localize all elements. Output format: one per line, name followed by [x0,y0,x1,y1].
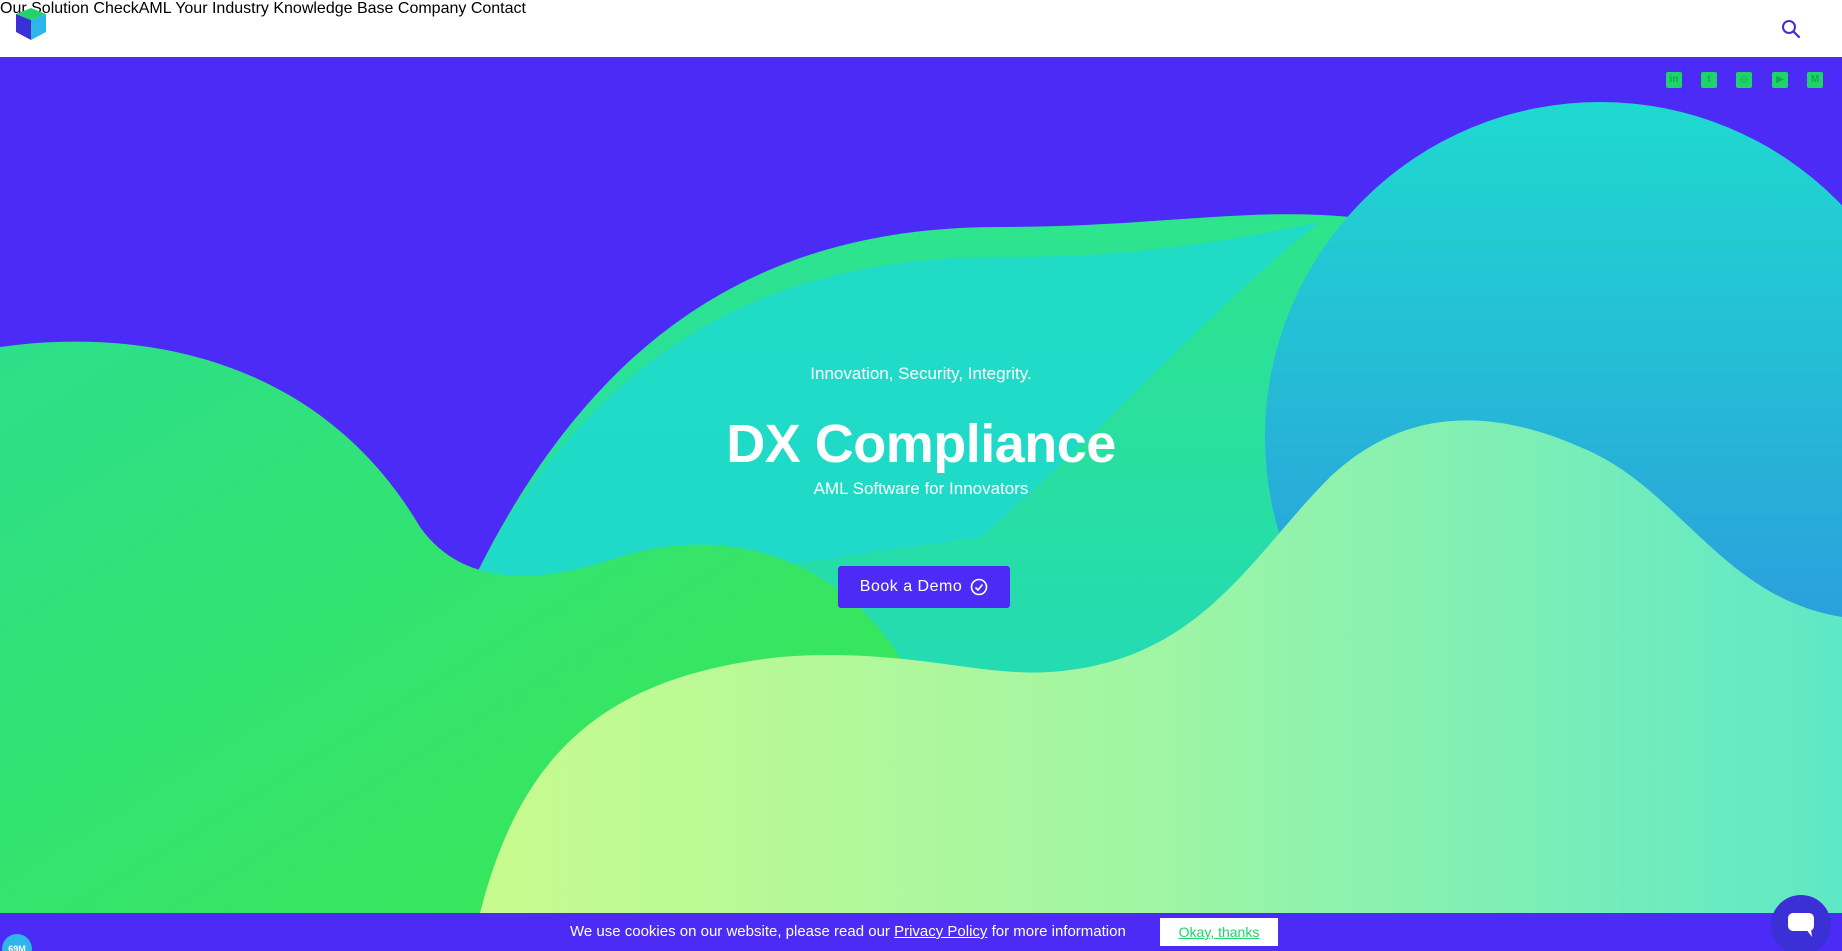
hero-section: in t ◎ ▶ M Innovation, Security, Integri… [0,57,1842,913]
chat-icon [1788,913,1814,937]
book-demo-label: Book a Demo [859,578,963,595]
logo-cube-icon[interactable] [14,8,48,42]
linkedin-icon[interactable]: in [1666,72,1682,88]
hero-tagline: Innovation, Security, Integrity. [810,364,1032,383]
cookie-accept-button[interactable]: Okay, thanks [1160,918,1278,946]
privacy-policy-link[interactable]: Privacy Policy [894,923,987,940]
chat-launcher[interactable] [1771,895,1831,951]
cookie-message: We use cookies on our website, please re… [570,923,1126,940]
nav-checkaml[interactable]: CheckAML [93,0,171,17]
hero-subtitle: AML Software for Innovators [813,479,1029,498]
instagram-icon[interactable]: ◎ [1736,72,1752,88]
search-icon[interactable] [1781,19,1801,39]
nav-your-industry[interactable]: Your Industry [175,0,269,17]
youtube-icon[interactable]: ▶ [1772,72,1788,88]
hero-title: DX Compliance [726,414,1116,474]
top-navigation: Our Solution CheckAML Your Industry Know… [0,0,1842,57]
cookie-text-after: for more information [987,923,1126,940]
twitter-icon[interactable]: t [1701,72,1717,88]
medium-icon[interactable]: M [1807,72,1823,88]
nav-company[interactable]: Company [398,0,466,17]
cookie-banner: We use cookies on our website, please re… [0,913,1842,951]
cookie-text-before: We use cookies on our website, please re… [570,923,895,940]
book-demo-button[interactable]: Book a Demo [838,566,1010,608]
nav-contact[interactable]: Contact [471,0,526,17]
nav-knowledge-base[interactable]: Knowledge Base [273,0,393,17]
check-circle-icon [970,578,988,596]
